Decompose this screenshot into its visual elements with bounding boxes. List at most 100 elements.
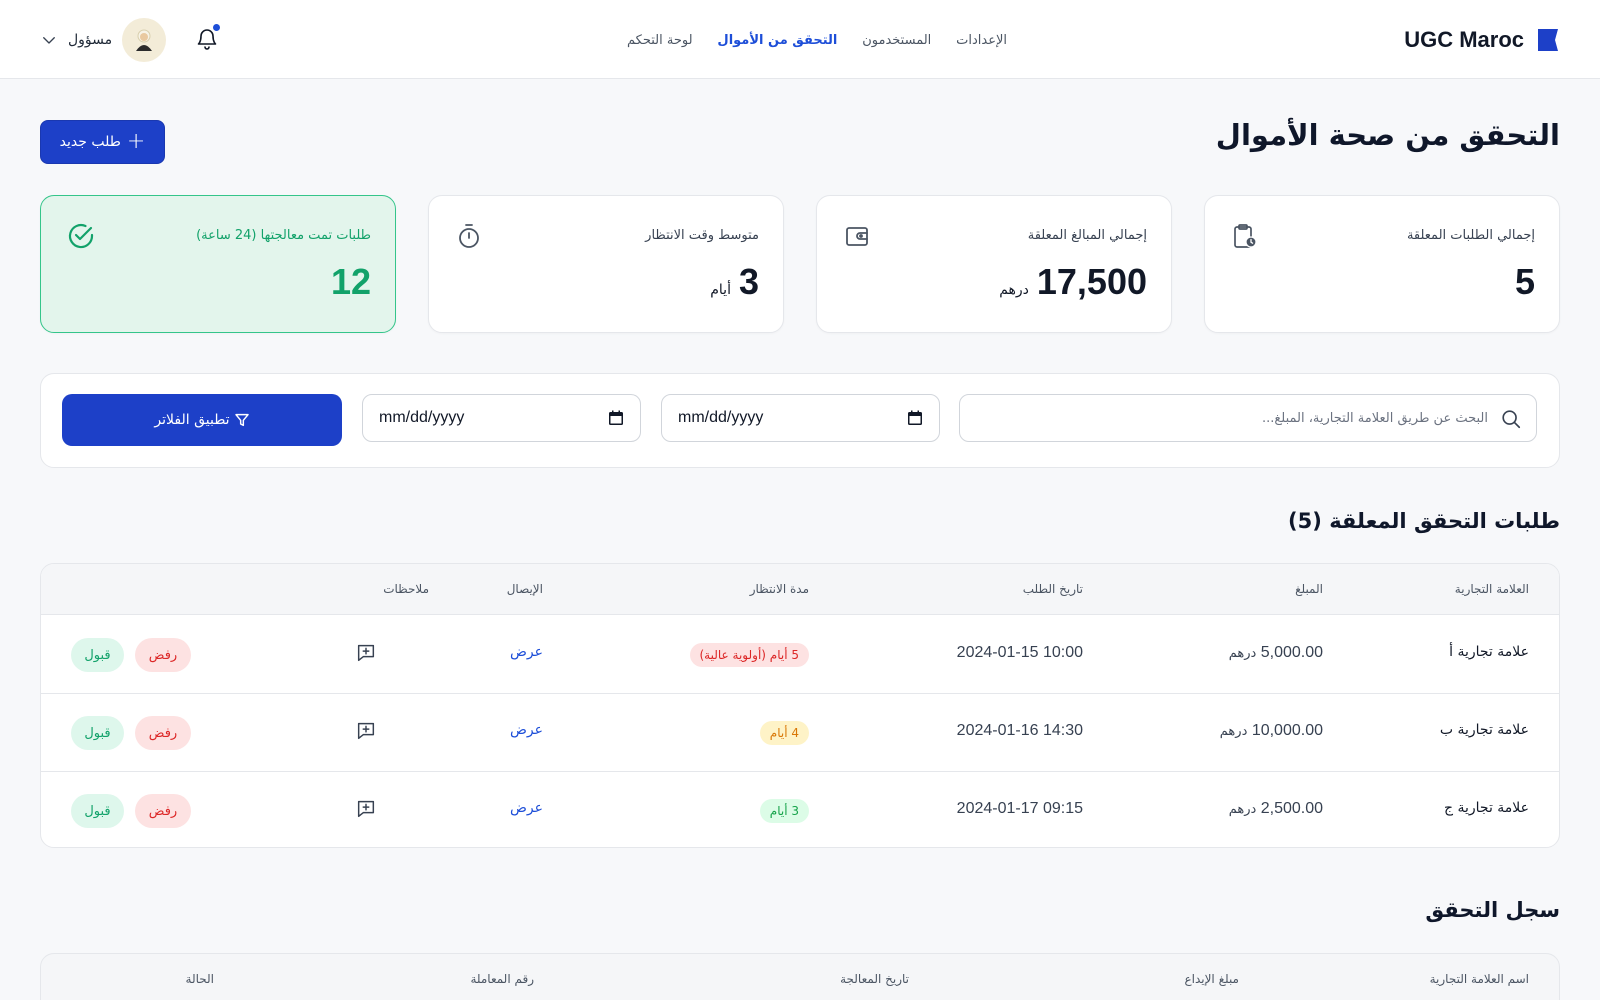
filter-bar: mm/dd/yyyy mm/dd/yyyy تطبيق الفلاتر: [40, 373, 1560, 468]
history-section-title: سجل التحقق: [1425, 898, 1560, 922]
apply-filters-label: تطبيق الفلاتر: [154, 412, 230, 428]
table-row: علامة تجارية أ 5,000.00 درهم 2024-01-15 …: [41, 616, 1559, 694]
flag-logo-icon: [1538, 29, 1558, 51]
column-header: مدة الانتظار: [749, 582, 809, 596]
plus-icon: +: [126, 129, 146, 154]
avatar[interactable]: [122, 18, 167, 62]
chevron-down-icon: [43, 37, 55, 44]
column-header: تاريخ الطلب: [1022, 582, 1083, 596]
top-navbar: UGC Maroc لوحة التحكم التحقق من الأموال …: [0, 0, 1600, 79]
calendar-icon[interactable]: [907, 410, 923, 426]
stats-cards: إجمالي الطلبات المعلقة 5 إجمالي المبالغ …: [40, 195, 1560, 333]
date-cell: 2024-01-16 14:30: [956, 722, 1083, 739]
wait-badge: 3 أيام: [759, 799, 809, 823]
amount-value: 10,000.00: [1251, 722, 1323, 739]
brand-cell: علامة تجارية أ: [1449, 644, 1529, 660]
new-request-button[interactable]: طلب جديد +: [40, 120, 165, 164]
pending-section-title: طلبات التحقق المعلقة (5): [1288, 509, 1560, 533]
date-to-value: mm/dd/yyyy: [379, 409, 465, 426]
new-request-label: طلب جديد: [59, 134, 121, 150]
reject-button[interactable]: رفض: [135, 794, 191, 828]
stat-card-processed-24h: طلبات تمت معالجتها (24 ساعة) 12: [40, 195, 396, 333]
stat-label: طلبات تمت معالجتها (24 ساعة): [196, 228, 371, 243]
user-menu[interactable]: مسؤول: [40, 18, 167, 62]
date-from-input[interactable]: mm/dd/yyyy: [661, 394, 940, 442]
date-cell: 2024-01-17 09:15: [956, 800, 1083, 817]
apply-filters-button[interactable]: تطبيق الفلاتر: [62, 394, 342, 446]
notifications-button[interactable]: [195, 23, 221, 53]
brand-cell: علامة تجارية ب: [1439, 722, 1529, 738]
column-header: الإيصال: [506, 582, 543, 596]
history-table: اسم العلامة التجارية مبلغ الإيداع تاريخ …: [40, 953, 1560, 1000]
currency: درهم: [1228, 646, 1257, 661]
wait-badge: 4 أيام: [759, 721, 809, 745]
amount-cell: 2,500.00 درهم: [1229, 800, 1323, 818]
view-receipt-link[interactable]: عرض: [510, 644, 543, 660]
stat-card-pending-requests: إجمالي الطلبات المعلقة 5: [1204, 195, 1560, 333]
brand-name: UGC Maroc: [1404, 27, 1524, 52]
accept-button[interactable]: قبول: [71, 716, 124, 750]
add-note-icon[interactable]: [355, 642, 377, 664]
stat-label: إجمالي المبالغ المعلقة: [1027, 228, 1147, 243]
column-header: الحالة: [185, 972, 214, 986]
nav-dashboard[interactable]: لوحة التحكم: [627, 33, 693, 48]
view-receipt-link[interactable]: عرض: [510, 722, 543, 738]
column-header: المبلغ: [1295, 582, 1323, 596]
currency: درهم: [1228, 802, 1257, 817]
column-header: رقم المعاملة: [470, 972, 534, 986]
user-avatar-icon: [136, 29, 153, 51]
wait-badge: 5 أيام (أولوية عالية): [689, 643, 809, 667]
pending-requests-table: العلامة التجارية المبلغ تاريخ الطلب مدة …: [40, 563, 1560, 848]
notification-dot: [212, 23, 221, 32]
date-to-input[interactable]: mm/dd/yyyy: [362, 394, 641, 442]
date-cell: 2024-01-15 10:00: [956, 644, 1083, 661]
stat-value: 5: [1514, 261, 1535, 302]
search-field[interactable]: [959, 394, 1537, 442]
stat-value: 3: [738, 261, 759, 302]
amount-cell: 5,000.00 درهم: [1229, 644, 1323, 662]
search-icon: [1502, 410, 1521, 429]
stat-card-avg-wait: متوسط وقت الانتظار 3 أيام: [428, 195, 784, 333]
user-name: مسؤول: [68, 32, 113, 48]
table-row: علامة تجارية ب 10,000.00 درهم 2024-01-16…: [41, 694, 1559, 772]
amount-value: 2,500.00: [1260, 800, 1323, 817]
search-input[interactable]: [988, 395, 1488, 441]
accept-button[interactable]: قبول: [71, 794, 124, 828]
column-header: ملاحظات: [383, 582, 429, 596]
column-header: العلامة التجارية: [1454, 582, 1529, 596]
table-header: العلامة التجارية المبلغ تاريخ الطلب مدة …: [41, 564, 1559, 615]
page-title: التحقق من صحة الأموال: [1215, 118, 1560, 152]
amount-cell: 10,000.00 درهم: [1220, 722, 1323, 740]
stat-label: إجمالي الطلبات المعلقة: [1406, 228, 1535, 243]
stat-value: 12: [330, 261, 371, 302]
column-header: تاريخ المعالجة: [840, 972, 909, 986]
nav-settings[interactable]: الإعدادات: [956, 33, 1007, 48]
filter-icon: [234, 413, 249, 427]
table-row: علامة تجارية ج 2,500.00 درهم 2024-01-17 …: [41, 772, 1559, 847]
accept-button[interactable]: قبول: [71, 638, 124, 672]
check-circle-icon: [68, 223, 94, 249]
stat-unit: درهم: [999, 282, 1029, 298]
add-note-icon[interactable]: [355, 720, 377, 742]
stat-label: متوسط وقت الانتظار: [645, 228, 759, 243]
column-header: اسم العلامة التجارية: [1429, 972, 1529, 986]
brand[interactable]: UGC Maroc: [1404, 22, 1560, 58]
stat-value: 17,500: [1036, 261, 1147, 302]
reject-button[interactable]: رفض: [135, 638, 191, 672]
date-from-value: mm/dd/yyyy: [678, 409, 764, 426]
stopwatch-icon: [459, 224, 479, 248]
reject-button[interactable]: رفض: [135, 716, 191, 750]
nav-users[interactable]: المستخدمون: [862, 33, 931, 48]
view-receipt-link[interactable]: عرض: [510, 800, 543, 816]
stat-unit: أيام: [710, 282, 731, 298]
wallet-icon: [846, 227, 868, 246]
nav-fund-verification[interactable]: التحقق من الأموال: [717, 33, 837, 48]
amount-value: 5,000.00: [1260, 644, 1323, 661]
main-nav: لوحة التحكم التحقق من الأموال المستخدمون…: [627, 26, 1007, 54]
clipboard-clock-icon: [1234, 224, 1257, 248]
column-header: مبلغ الإيداع: [1184, 972, 1239, 986]
add-note-icon[interactable]: [355, 798, 377, 820]
calendar-icon[interactable]: [608, 410, 624, 426]
currency: درهم: [1219, 724, 1248, 739]
brand-cell: علامة تجارية ج: [1443, 800, 1529, 816]
